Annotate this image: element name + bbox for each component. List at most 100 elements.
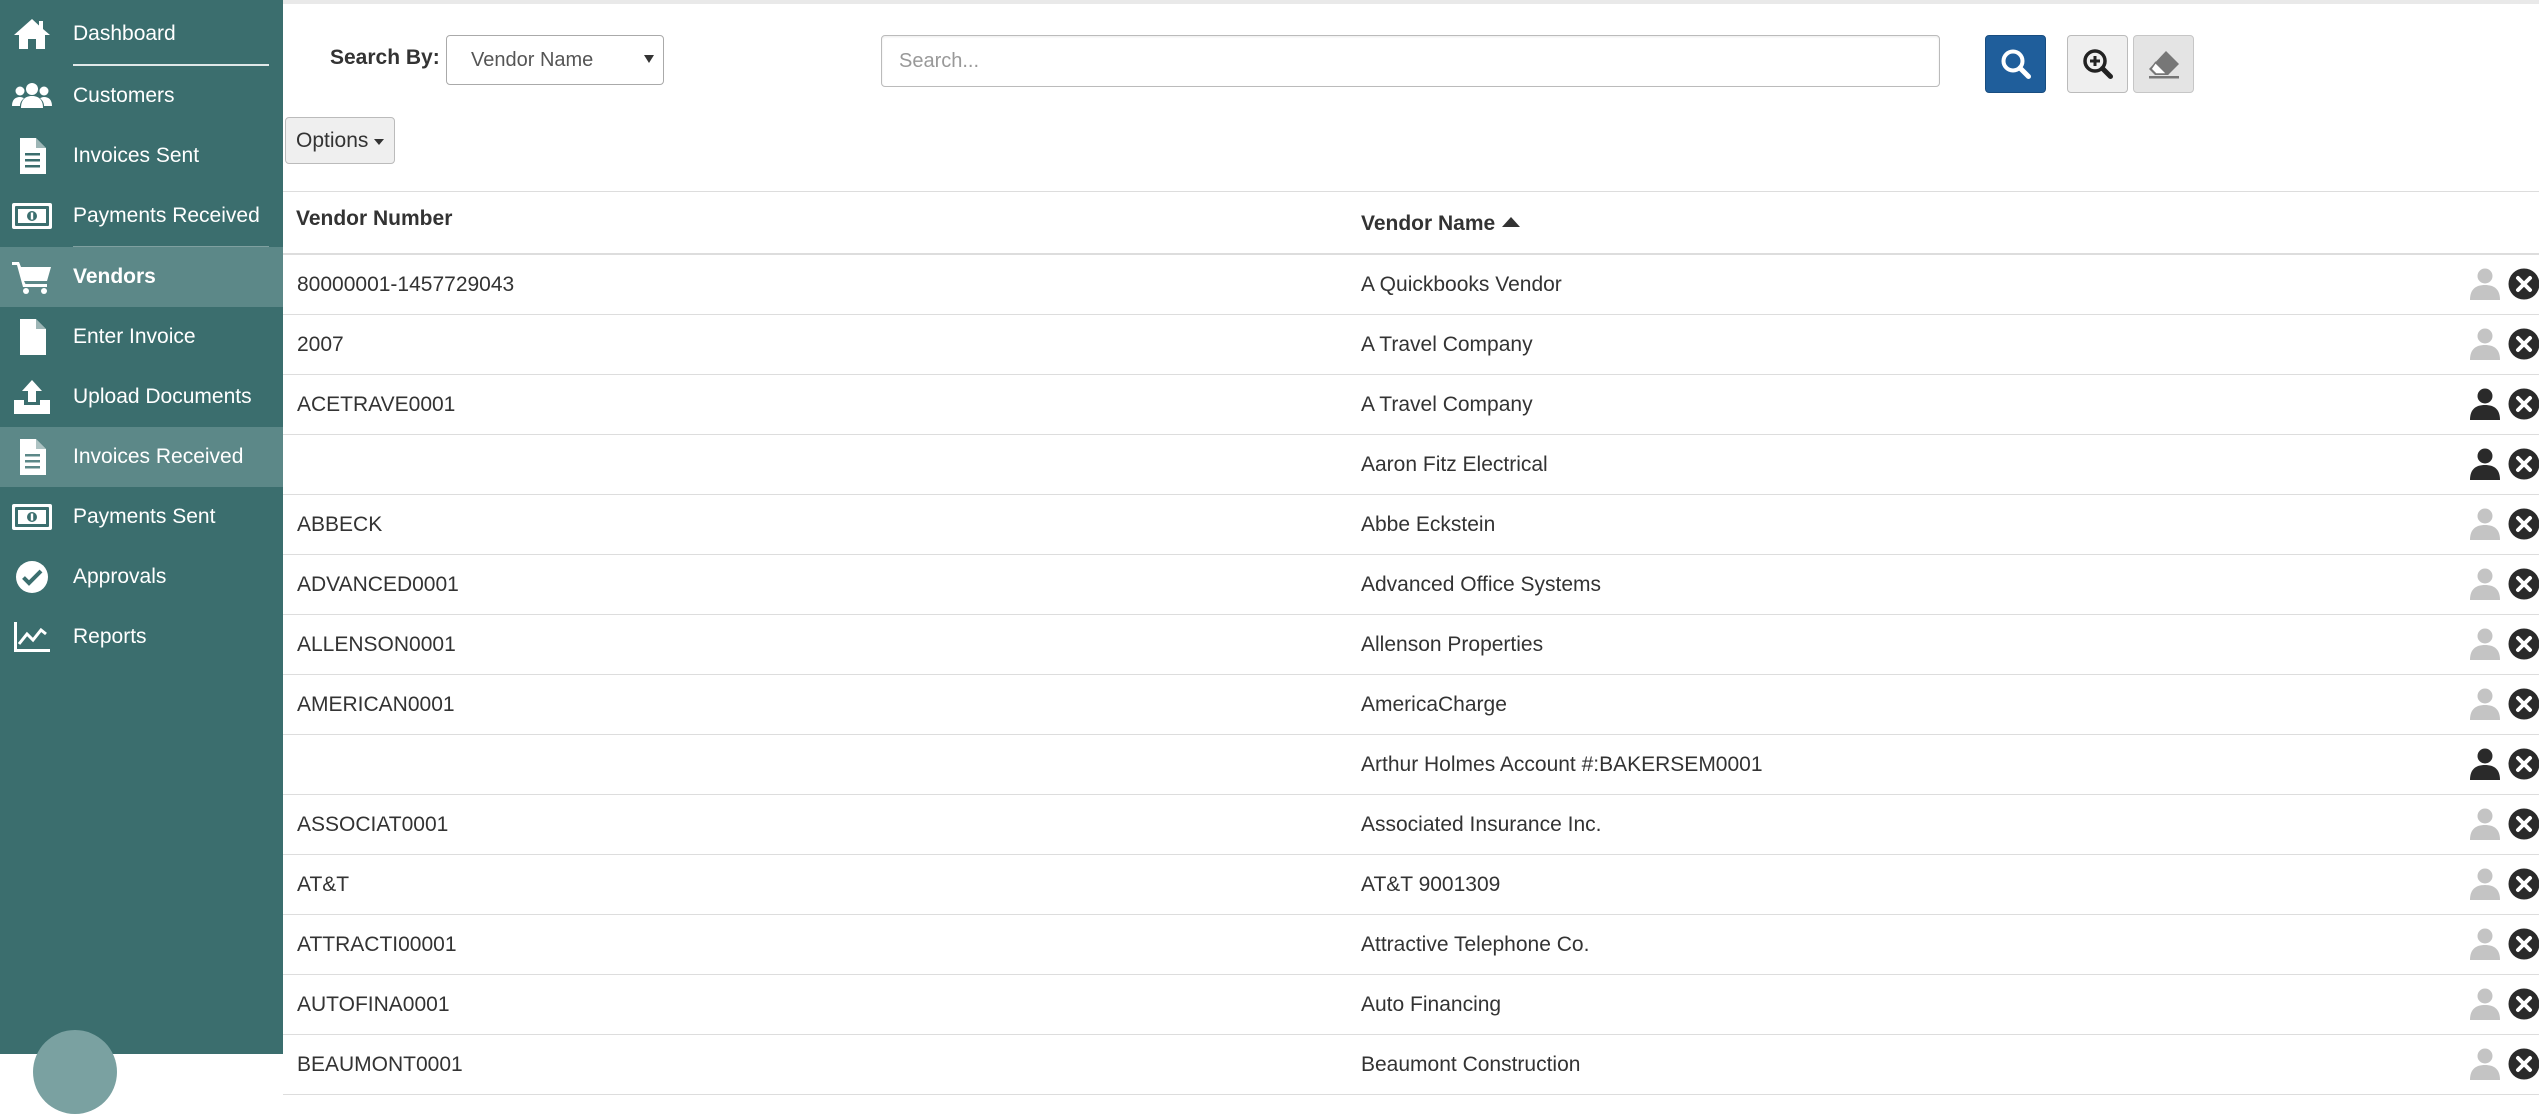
user-icon[interactable] — [2470, 508, 2500, 545]
search-icon — [2000, 48, 2032, 80]
user-icon[interactable] — [2470, 748, 2500, 785]
document-icon — [12, 136, 52, 176]
divider — [283, 191, 2539, 192]
sidebar-item-payments-sent[interactable]: Payments Sent — [0, 487, 283, 547]
vendor-table-body: 80000001-1457729043 A Quickbooks Vendor20… — [283, 255, 2539, 1095]
vendor-name-cell: Advanced Office Systems — [1361, 555, 1601, 614]
table-row[interactable]: Arthur Holmes Account #:BAKERSEM0001 — [283, 735, 2539, 795]
sidebar-item-upload-documents[interactable]: Upload Documents — [0, 367, 283, 427]
sidebar-item-label: Customers — [73, 84, 175, 108]
remove-icon[interactable] — [2508, 568, 2539, 605]
remove-icon[interactable] — [2508, 508, 2539, 545]
user-icon[interactable] — [2470, 568, 2500, 605]
sidebar-item-vendors[interactable]: Vendors — [0, 247, 283, 307]
vendor-number-cell: ASSOCIAT0001 — [297, 795, 448, 854]
vendor-name-cell: A Travel Company — [1361, 315, 1533, 374]
sidebar-item-label: Invoices Sent — [73, 144, 199, 168]
remove-icon[interactable] — [2508, 868, 2539, 905]
vendor-name-cell: Attractive Telephone Co. — [1361, 915, 1589, 974]
user-icon[interactable] — [2470, 328, 2500, 365]
sidebar-item-label: Enter Invoice — [73, 325, 196, 349]
sidebar-item-label: Upload Documents — [73, 385, 252, 409]
sidebar-item-label: Approvals — [73, 565, 166, 589]
column-header-vendor-name[interactable]: Vendor Name — [1361, 212, 1520, 236]
caret-down-icon — [644, 55, 654, 63]
remove-icon[interactable] — [2508, 688, 2539, 725]
user-icon[interactable] — [2470, 928, 2500, 965]
sort-ascending-icon — [1502, 217, 1520, 227]
table-row[interactable]: ACETRAVE0001A Travel Company — [283, 375, 2539, 435]
sidebar-item-label: Invoices Received — [73, 445, 243, 469]
vendor-name-cell: AmericaCharge — [1361, 675, 1507, 734]
remove-icon[interactable] — [2508, 448, 2539, 485]
caret-down-icon — [374, 139, 384, 145]
vendor-number-cell: 80000001-1457729043 — [297, 255, 514, 314]
table-row[interactable]: ASSOCIAT0001 Associated Insurance Inc. — [283, 795, 2539, 855]
users-icon — [12, 76, 52, 116]
remove-icon[interactable] — [2508, 748, 2539, 785]
user-icon[interactable] — [2470, 448, 2500, 485]
remove-icon[interactable] — [2508, 328, 2539, 365]
sidebar-item-label: Payments Sent — [73, 505, 215, 529]
user-icon[interactable] — [2470, 388, 2500, 425]
column-header-vendor-number[interactable]: Vendor Number — [296, 207, 452, 231]
user-icon[interactable] — [2470, 628, 2500, 665]
table-row[interactable]: Aaron Fitz Electrical — [283, 435, 2539, 495]
remove-icon[interactable] — [2508, 928, 2539, 965]
user-icon[interactable] — [2470, 268, 2500, 305]
advanced-search-button[interactable] — [2067, 35, 2128, 93]
clear-search-button[interactable] — [2133, 35, 2194, 93]
sidebar-item-dashboard[interactable]: Dashboard — [0, 4, 283, 64]
document-icon — [12, 437, 52, 477]
table-row[interactable]: ALLENSON0001Allenson Properties — [283, 615, 2539, 675]
table-row[interactable]: ATTRACTI00001 Attractive Telephone Co. — [283, 915, 2539, 975]
vendor-name-cell: A Quickbooks Vendor — [1361, 255, 1562, 314]
remove-icon[interactable] — [2508, 268, 2539, 305]
avatar[interactable] — [33, 1030, 117, 1114]
table-row[interactable]: AMERICAN0001 AmericaCharge — [283, 675, 2539, 735]
vendor-name-cell: Associated Insurance Inc. — [1361, 795, 1601, 854]
table-row[interactable]: 80000001-1457729043 A Quickbooks Vendor — [283, 255, 2539, 315]
vendor-number-cell: ATTRACTI00001 — [297, 915, 457, 974]
table-row[interactable]: ADVANCED0001 Advanced Office Systems — [283, 555, 2539, 615]
sidebar-item-payments-received[interactable]: Payments Received — [0, 186, 283, 246]
vendor-name-cell: Aaron Fitz Electrical — [1361, 435, 1548, 494]
table-row[interactable]: 2007A Travel Company — [283, 315, 2539, 375]
sidebar-item-reports[interactable]: Reports — [0, 607, 283, 667]
sidebar: Dashboard Customers Invoices Sent Paymen… — [0, 0, 283, 1054]
file-icon — [12, 317, 52, 357]
sidebar-item-enter-invoice[interactable]: Enter Invoice — [0, 307, 283, 367]
search-input[interactable] — [881, 35, 1940, 87]
user-icon[interactable] — [2470, 808, 2500, 845]
table-row[interactable]: ABBECKAbbe Eckstein — [283, 495, 2539, 555]
vendor-name-cell: A Travel Company — [1361, 375, 1533, 434]
table-row[interactable]: BEAUMONT0001Beaumont Construction — [283, 1035, 2539, 1095]
options-dropdown-button[interactable]: Options — [285, 117, 395, 164]
sidebar-item-approvals[interactable]: Approvals — [0, 547, 283, 607]
sidebar-item-label: Dashboard — [73, 22, 176, 46]
home-icon — [12, 14, 52, 54]
remove-icon[interactable] — [2508, 808, 2539, 845]
search-by-select[interactable]: Vendor Name — [446, 35, 664, 85]
sidebar-item-label: Reports — [73, 625, 147, 649]
sidebar-item-invoices-sent[interactable]: Invoices Sent — [0, 126, 283, 186]
table-row[interactable]: AT&TAT&T 9001309 — [283, 855, 2539, 915]
vendor-number-cell: AT&T — [297, 855, 349, 914]
sidebar-item-invoices-received[interactable]: Invoices Received — [0, 427, 283, 487]
vendor-number-cell: AMERICAN0001 — [297, 675, 455, 734]
cart-icon — [12, 257, 52, 297]
user-icon[interactable] — [2470, 868, 2500, 905]
remove-icon[interactable] — [2508, 388, 2539, 425]
column-header-label: Vendor Number — [296, 207, 452, 230]
user-icon[interactable] — [2470, 688, 2500, 725]
user-icon[interactable] — [2470, 988, 2500, 1025]
sidebar-item-label: Vendors — [73, 265, 156, 289]
vendor-number-cell: ADVANCED0001 — [297, 555, 459, 614]
search-button[interactable] — [1985, 35, 2046, 93]
vendor-number-cell: AUTOFINA0001 — [297, 975, 450, 1034]
table-row[interactable]: AUTOFINA0001Auto Financing — [283, 975, 2539, 1035]
sidebar-item-customers[interactable]: Customers — [0, 66, 283, 126]
remove-icon[interactable] — [2508, 988, 2539, 1025]
remove-icon[interactable] — [2508, 628, 2539, 665]
vendor-name-cell: Beaumont Construction — [1361, 1035, 1580, 1094]
